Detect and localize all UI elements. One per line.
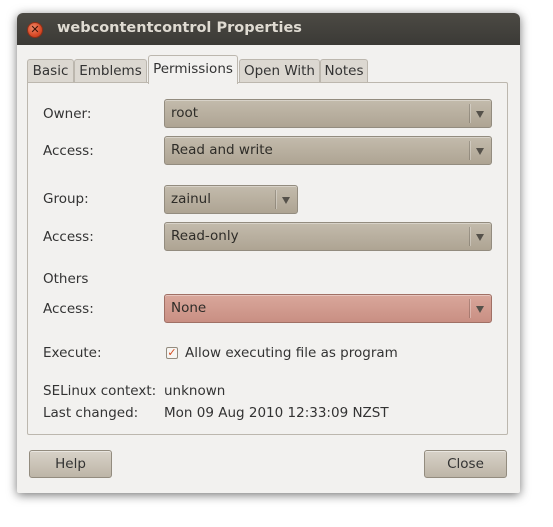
owner-access-label: Access: [43, 143, 94, 159]
tab-notes[interactable]: Notes [320, 59, 368, 83]
dropdown-arrow-icon [476, 148, 484, 155]
group-label: Group: [43, 191, 89, 207]
combo-separator [469, 299, 470, 318]
group-access-value: Read-only [171, 228, 239, 244]
last-changed-value: Mon 09 Aug 2010 12:33:09 NZST [164, 405, 389, 421]
others-access-label: Access: [43, 301, 94, 317]
tab-permissions[interactable]: Permissions [148, 55, 238, 84]
dropdown-arrow-icon [476, 111, 484, 118]
combo-separator [469, 227, 470, 246]
last-changed-label: Last changed: [43, 405, 139, 421]
owner-combo[interactable]: root [164, 99, 492, 128]
owner-access-combo[interactable]: Read and write [164, 136, 492, 165]
tab-basic[interactable]: Basic [27, 59, 74, 83]
owner-access-value: Read and write [171, 142, 273, 158]
dropdown-arrow-icon [476, 234, 484, 241]
help-button[interactable]: Help [29, 450, 112, 478]
checkmark-icon: ✓ [167, 346, 177, 359]
selinux-label: SELinux context: [43, 383, 157, 399]
owner-label: Owner: [43, 106, 92, 122]
dropdown-arrow-icon [476, 306, 484, 313]
group-access-label: Access: [43, 229, 94, 245]
group-value: zainul [171, 191, 211, 207]
selinux-value: unknown [164, 383, 226, 399]
permissions-panel: Owner: root Access: Read and write Group… [27, 82, 508, 435]
tab-emblems[interactable]: Emblems [74, 59, 147, 83]
close-button[interactable]: Close [424, 450, 507, 478]
combo-separator [469, 141, 470, 160]
others-access-value: None [171, 300, 207, 316]
execute-checkbox[interactable]: ✓ [166, 347, 178, 359]
properties-window: ✕ webcontentcontrol Properties Basic Emb… [17, 13, 520, 493]
execute-checkbox-label[interactable]: Allow executing file as program [185, 345, 398, 361]
combo-separator [275, 190, 276, 209]
group-access-combo[interactable]: Read-only [164, 222, 492, 251]
group-combo[interactable]: zainul [164, 185, 298, 214]
tab-open-with[interactable]: Open With [239, 59, 320, 83]
dropdown-arrow-icon [282, 197, 290, 204]
window-title: webcontentcontrol Properties [57, 20, 302, 36]
owner-value: root [171, 105, 199, 121]
close-window-icon[interactable]: ✕ [27, 22, 43, 38]
combo-separator [469, 104, 470, 123]
others-access-combo[interactable]: None [164, 294, 492, 323]
execute-label: Execute: [43, 345, 102, 361]
others-heading: Others [43, 271, 89, 287]
title-bar: ✕ webcontentcontrol Properties [17, 13, 520, 45]
